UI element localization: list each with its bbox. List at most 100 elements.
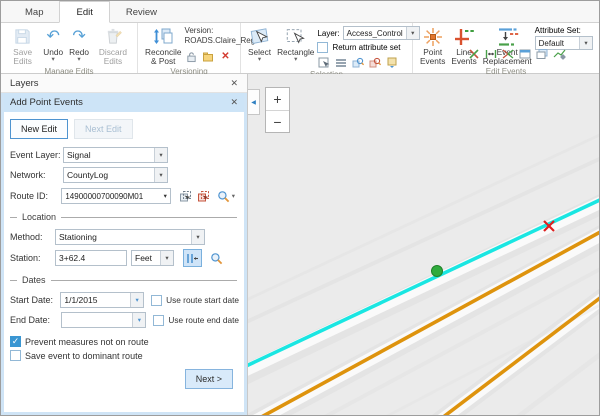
start-date-input[interactable]: 1/1/2015 ▾ <box>60 292 144 308</box>
route-id-caret[interactable]: ▾ <box>161 192 170 200</box>
event-replacement-button[interactable]: Event Replacement <box>480 25 535 66</box>
group-manage-edits: Save Edits ↶ Undo ▾ ↷ Redo ▾ Discard Edi… <box>1 23 138 73</box>
new-edit-button[interactable]: New Edit <box>10 119 68 139</box>
panel-collapse-button[interactable]: ◀ <box>248 89 260 115</box>
select-dropdown-caret[interactable]: ▾ <box>258 57 261 62</box>
save-edits-button[interactable]: Save Edits <box>5 25 40 66</box>
group-selection: Select ▾ Rectangle ▾ Layer: Access_Contr… <box>241 23 413 73</box>
end-date-input[interactable]: ▾ <box>61 312 146 328</box>
edit-events-toolbar <box>467 47 569 60</box>
tab-map[interactable]: Map <box>9 1 59 23</box>
delete-event-icon[interactable] <box>467 47 481 60</box>
method-label: Method: <box>10 232 55 242</box>
event-options-icon[interactable] <box>552 47 566 60</box>
use-route-end-checkbox[interactable]: ✓ <box>153 315 164 326</box>
select-icon <box>248 25 271 48</box>
route-id-label: Route ID: <box>10 191 61 201</box>
start-date-label: Start Date: <box>10 295 60 305</box>
choose-route-button[interactable] <box>176 187 194 205</box>
add-point-events-pane: Add Point Events ✕ New Edit Next Edit Ev… <box>1 93 247 415</box>
event-layer-combobox[interactable]: Signal ▾ <box>63 147 168 163</box>
tab-edit[interactable]: Edit <box>59 1 109 23</box>
prevent-measures-checkbox[interactable]: ✓ <box>10 336 21 347</box>
layer-label: Layer: <box>317 29 339 38</box>
select-features-icon[interactable] <box>317 56 331 69</box>
point-events-icon <box>422 25 444 48</box>
new-version-icon[interactable] <box>201 50 215 63</box>
add-point-events-close-icon[interactable]: ✕ <box>230 97 238 108</box>
line-events-icon <box>453 25 476 48</box>
merge-event-icon[interactable] <box>501 47 515 60</box>
tab-review[interactable]: Review <box>110 1 173 23</box>
zoom-to-route-button[interactable]: ▾ <box>213 187 239 205</box>
method-combobox[interactable]: Stationing ▾ <box>55 229 205 245</box>
station-units-combobox[interactable]: Feet ▾ <box>131 250 174 266</box>
end-date-label: End Date: <box>10 315 61 325</box>
ribbon: Save Edits ↶ Undo ▾ ↷ Redo ▾ Discard Edi… <box>1 23 599 74</box>
attribute-table-icon[interactable] <box>334 56 348 69</box>
choose-route-on-map-icon <box>197 190 210 203</box>
event-layer-label: Event Layer: <box>10 150 63 160</box>
reconcile-post-button[interactable]: Reconcile & Post <box>142 25 184 66</box>
reconcile-icon <box>152 25 174 48</box>
left-panel: Layers ✕ Add Point Events ✕ New Edit Nex… <box>1 74 248 415</box>
route-id-input[interactable]: 14900000700090M01 ▾ <box>61 188 171 204</box>
zoom-to-route-icon <box>217 190 230 203</box>
undo-button[interactable]: ↶ Undo ▾ <box>40 25 66 62</box>
layers-pane-header: Layers ✕ <box>1 74 247 93</box>
redo-button[interactable]: ↷ Redo ▾ <box>66 25 92 62</box>
undo-dropdown-caret[interactable]: ▾ <box>52 57 55 62</box>
rectangle-select-icon <box>284 25 307 48</box>
cascade-windows-icon[interactable] <box>535 47 549 60</box>
return-attribute-checkbox[interactable]: ✓ <box>317 42 328 53</box>
point-events-button[interactable]: Point Events <box>417 25 448 66</box>
map-view[interactable]: ◀ + − <box>248 74 599 415</box>
end-date-dropdown-button[interactable]: ▾ <box>132 313 145 327</box>
method-dropdown-button[interactable]: ▾ <box>191 230 204 244</box>
event-replacement-icon <box>495 25 520 48</box>
next-button[interactable]: Next > <box>185 369 233 389</box>
zoom-in-button[interactable]: + <box>266 88 289 110</box>
select-tool-button[interactable]: Select ▾ <box>245 25 274 62</box>
layer-combobox[interactable]: Access_Control ▾ <box>343 26 420 40</box>
station-input[interactable]: 3+62.4 <box>55 250 127 266</box>
start-date-dropdown-button[interactable]: ▾ <box>130 293 143 307</box>
zoom-out-button[interactable]: − <box>266 110 289 132</box>
save-dominant-checkbox[interactable]: ✓ <box>10 350 21 361</box>
station-units-dropdown-button[interactable]: ▾ <box>160 251 173 265</box>
choose-route-on-map-button[interactable] <box>194 187 212 205</box>
network-combobox[interactable]: CountyLog ▾ <box>63 167 168 183</box>
network-dropdown-button[interactable]: ▾ <box>154 168 167 182</box>
network-label: Network: <box>10 170 63 180</box>
save-icon <box>13 25 32 48</box>
select-station-icon <box>186 252 199 265</box>
split-event-icon[interactable] <box>484 47 498 60</box>
attribute-set-dropdown-button[interactable]: ▾ <box>579 37 592 49</box>
discard-edits-button[interactable]: Discard Edits <box>92 25 134 66</box>
pan-to-selection-icon[interactable] <box>368 56 382 69</box>
group-edit-events: Point Events Line Events Event Replaceme… <box>413 23 599 73</box>
event-layer-dropdown-button[interactable]: ▾ <box>154 148 167 162</box>
zoom-to-selection-icon[interactable] <box>351 56 365 69</box>
choose-route-icon <box>179 190 192 203</box>
use-route-start-label: Use route start date <box>166 295 239 305</box>
version-lock-icon[interactable] <box>184 50 198 63</box>
select-station-on-map-button[interactable] <box>183 249 202 267</box>
group-versioning: Reconcile & Post Version: ROADS.Claire_R… <box>138 23 241 73</box>
use-route-start-checkbox[interactable]: ✓ <box>151 295 162 306</box>
event-attribute-window-icon[interactable] <box>518 47 532 60</box>
delete-version-icon[interactable]: ✕ <box>218 50 232 63</box>
rectangle-tool-button[interactable]: Rectangle ▾ <box>274 25 317 62</box>
selection-options-icon[interactable] <box>385 56 399 69</box>
return-attribute-label: Return attribute set <box>332 43 400 52</box>
next-edit-button[interactable]: Next Edit <box>74 119 133 139</box>
rectangle-dropdown-caret[interactable]: ▾ <box>294 57 297 62</box>
event-point-marker <box>432 266 443 277</box>
undo-icon: ↶ <box>46 25 59 48</box>
redo-dropdown-caret[interactable]: ▾ <box>77 57 80 62</box>
layers-pane-title: Layers <box>10 78 39 89</box>
prevent-measures-label: Prevent measures not on route <box>25 337 149 347</box>
line-events-button[interactable]: Line Events <box>448 25 479 66</box>
layers-close-icon[interactable]: ✕ <box>230 78 238 89</box>
zoom-to-station-button[interactable] <box>207 249 226 267</box>
